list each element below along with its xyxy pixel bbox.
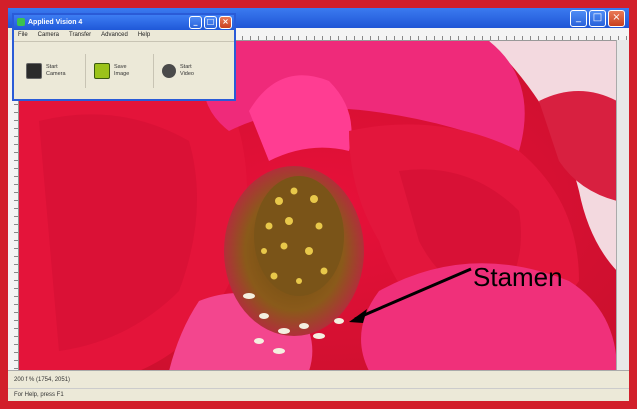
menu-camera[interactable]: Camera (38, 30, 59, 41)
stamen-label: Stamen (473, 262, 563, 292)
start-video-label-1: Start (180, 64, 192, 70)
app-menubar: File Camera Transfer Advanced Help (14, 30, 234, 42)
app-logo-icon (17, 18, 25, 26)
app-window-controls: _ □ × (189, 16, 232, 29)
start-camera-label-2: Camera (46, 71, 66, 77)
screenshot: _ □ × Stamen 200 f % (1754, 2051) For He… (8, 8, 629, 401)
app-title: Applied Vision 4 (28, 19, 83, 26)
video-icon (162, 64, 176, 78)
menu-advanced[interactable]: Advanced (101, 30, 128, 41)
start-camera-label-1: Start (46, 64, 58, 70)
app-close-button[interactable]: × (219, 16, 232, 29)
save-image-label-1: Save (114, 64, 127, 70)
app-minimize-button[interactable]: _ (189, 16, 202, 29)
start-camera-button[interactable]: Start Camera (18, 54, 86, 88)
close-button[interactable]: × (608, 10, 625, 27)
app-window: Applied Vision 4 _ □ × File Camera Trans… (12, 13, 236, 101)
save-image-label-2: Image (114, 71, 130, 77)
maximize-button[interactable]: □ (589, 10, 606, 27)
save-image-button[interactable]: Save Image (86, 54, 154, 88)
save-image-icon (94, 63, 110, 79)
status-bar: 200 f % (1754, 2051) (8, 370, 629, 388)
menu-help[interactable]: Help (138, 30, 150, 41)
minimize-button[interactable]: _ (570, 10, 587, 27)
image-window-controls: _ □ × (570, 10, 625, 27)
menu-file[interactable]: File (18, 30, 28, 41)
start-video-button[interactable]: Start Video (154, 54, 222, 88)
app-titlebar[interactable]: Applied Vision 4 _ □ × (14, 15, 234, 30)
menu-transfer[interactable]: Transfer (69, 30, 91, 41)
start-video-label-2: Video (180, 71, 194, 77)
app-toolbar: Start Camera Save Image Start Video (14, 42, 234, 90)
camera-icon (26, 63, 42, 79)
help-status-bar: For Help, press F1 (8, 388, 629, 401)
vertical-scrollbar[interactable] (616, 40, 629, 370)
app-maximize-button[interactable]: □ (204, 16, 217, 29)
